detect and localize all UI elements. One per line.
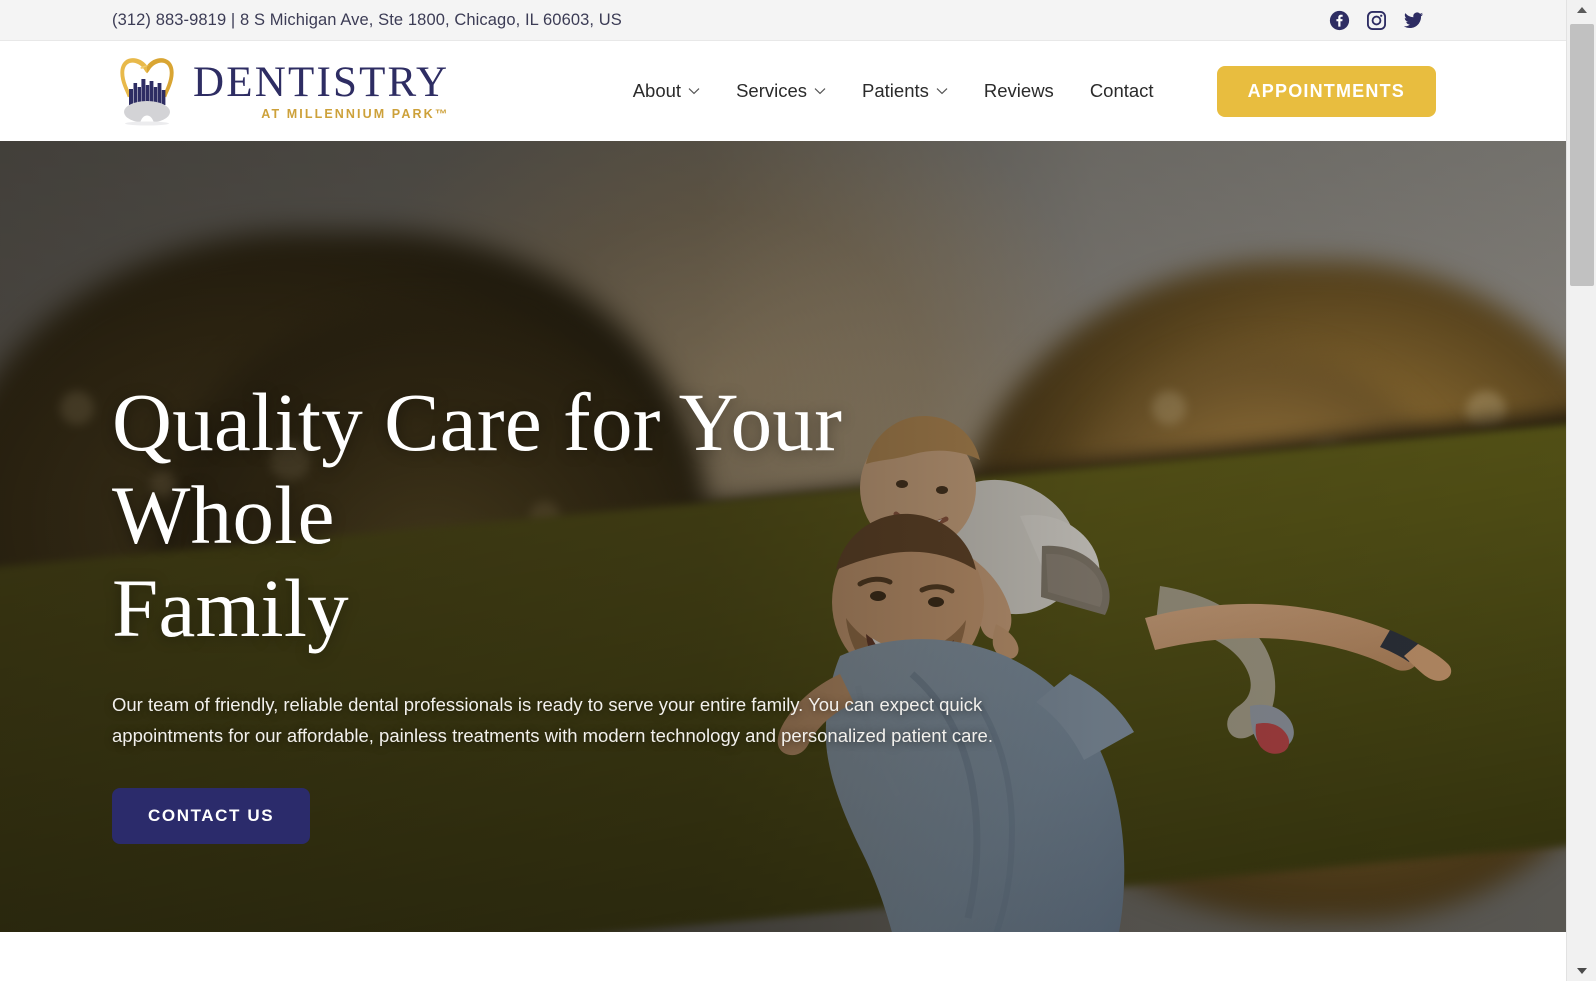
chevron-down-icon xyxy=(814,88,826,95)
hero-title-line-1: Quality Care for Your Whole xyxy=(112,376,843,561)
below-hero-section xyxy=(0,932,1566,999)
hero-title-line-2: Family xyxy=(112,561,349,654)
chevron-down-icon xyxy=(936,88,948,95)
browser-page: (312) 883-9819 | 8 S Michigan Ave, Ste 1… xyxy=(0,0,1596,999)
instagram-icon[interactable] xyxy=(1366,10,1387,31)
nav-label: Services xyxy=(736,80,808,101)
scrollbar-thumb[interactable] xyxy=(1570,24,1594,286)
scrollbar-up-arrow[interactable] xyxy=(1567,0,1596,20)
hero-section: Quality Care for Your Whole Family Our t… xyxy=(0,141,1566,932)
scrollbar-down-arrow[interactable] xyxy=(1567,961,1596,981)
top-utility-bar: (312) 883-9819 | 8 S Michigan Ave, Ste 1… xyxy=(0,0,1566,41)
nav-label: Contact xyxy=(1089,80,1154,101)
nav-label: Reviews xyxy=(983,80,1054,101)
nav-item-services[interactable]: Services xyxy=(718,80,844,102)
facebook-icon[interactable] xyxy=(1329,10,1350,31)
nav-item-patients[interactable]: Patients xyxy=(844,80,966,102)
scrollbar-corner xyxy=(1566,981,1596,999)
hero-content: Quality Care for Your Whole Family Our t… xyxy=(112,376,1042,845)
social-links xyxy=(1329,10,1532,31)
twitter-icon[interactable] xyxy=(1403,10,1424,31)
tooth-skyline-logo-icon xyxy=(120,58,174,126)
chevron-down-icon xyxy=(688,88,700,95)
page-viewport: (312) 883-9819 | 8 S Michigan Ave, Ste 1… xyxy=(0,0,1566,999)
logo-wordmark: DENTISTRY AT MILLENNIUM PARK™ xyxy=(193,61,449,121)
main-navigation: About Services Patients Reviews Contact xyxy=(615,65,1566,117)
nav-label: About xyxy=(632,80,682,101)
nav-label: Patients xyxy=(862,80,929,101)
contact-us-button[interactable]: CONTACT US xyxy=(112,788,311,845)
appointments-button[interactable]: APPOINTMENTS xyxy=(1216,65,1436,117)
hero-title: Quality Care for Your Whole Family xyxy=(112,376,1042,655)
hero-subtitle: Our team of friendly, reliable dental pr… xyxy=(112,693,993,746)
logo-word: DENTISTRY xyxy=(193,59,450,107)
site-logo[interactable]: DENTISTRY AT MILLENNIUM PARK™ xyxy=(110,56,449,126)
page-scrollbar[interactable] xyxy=(1566,0,1596,999)
logo-tagline: AT MILLENNIUM PARK™ xyxy=(261,107,450,122)
nav-item-reviews[interactable]: Reviews xyxy=(966,80,1072,102)
site-header: DENTISTRY AT MILLENNIUM PARK™ About Serv… xyxy=(0,41,1566,141)
contact-info-text: (312) 883-9819 | 8 S Michigan Ave, Ste 1… xyxy=(112,10,622,29)
nav-item-about[interactable]: About xyxy=(615,80,718,102)
nav-item-contact[interactable]: Contact xyxy=(1072,80,1172,102)
